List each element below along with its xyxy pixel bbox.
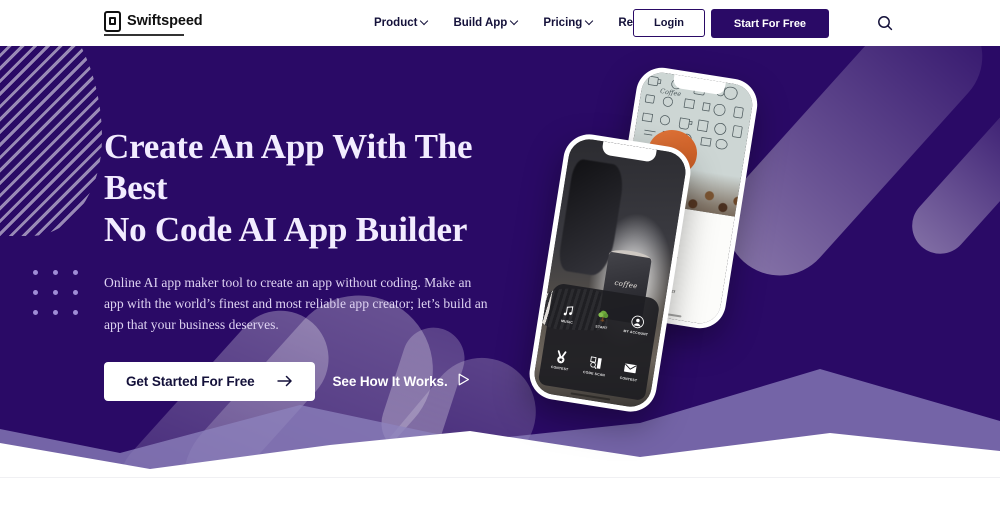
- page-body-below-hero: [0, 477, 1000, 521]
- phone-front-tile-contest-2-label: CONTEST: [619, 375, 638, 383]
- phone-front-tile-music[interactable]: MUSIC: [560, 303, 577, 325]
- section-divider: [0, 477, 1000, 478]
- nav-item-pricing[interactable]: Pricing: [543, 17, 593, 29]
- hero-section: Coffee coffee MUSIC START MY ACCOUNT CON…: [0, 46, 1000, 477]
- see-how-it-works-label: See How It Works.: [332, 373, 448, 389]
- landing-page: Swiftspeed Product Build App Pricing Res…: [0, 0, 1000, 521]
- chevron-down-icon: [511, 18, 518, 25]
- tree-icon: [598, 310, 609, 322]
- phone-front-tile-code-scan[interactable]: CODE SCAN: [583, 354, 608, 377]
- phone-front-tile-code-scan-label: CODE SCAN: [582, 369, 606, 378]
- phone-mockups: Coffee coffee MUSIC START MY ACCOUNT CON…: [500, 46, 820, 477]
- get-started-for-free-button[interactable]: Get Started For Free: [104, 361, 315, 401]
- nav-item-pricing-label: Pricing: [543, 17, 583, 29]
- search-icon[interactable]: [876, 14, 894, 32]
- login-button[interactable]: Login: [633, 9, 705, 37]
- hero-cta-row: Get Started For Free See How It Works.: [104, 361, 524, 401]
- nav-item-build-app[interactable]: Build App: [453, 17, 518, 29]
- nav-item-product-label: Product: [374, 17, 418, 29]
- nav-item-product[interactable]: Product: [374, 17, 428, 29]
- hero-title-line-2: No Code AI App Builder: [104, 209, 468, 249]
- phone-front-tile-my-account[interactable]: MY ACCOUNT: [623, 313, 651, 337]
- phone-front-tile-contest[interactable]: CONTEST: [550, 349, 572, 372]
- envelope-icon: [623, 363, 637, 373]
- brand-logo[interactable]: Swiftspeed: [104, 8, 203, 34]
- music-note-icon: [563, 306, 574, 316]
- chevron-down-icon: [586, 18, 593, 25]
- nav-item-build-app-label: Build App: [453, 17, 508, 29]
- dot-grid-3x3-icon: [33, 270, 93, 330]
- see-how-it-works-button[interactable]: See How It Works.: [333, 373, 470, 389]
- hero-content: Create An App With The Best No Code AI A…: [104, 126, 524, 401]
- play-triangle-icon: [458, 373, 470, 389]
- hero-title: Create An App With The Best No Code AI A…: [104, 126, 524, 250]
- logo-underline: [104, 34, 184, 36]
- phone-front-tile-my-account-label: MY ACCOUNT: [623, 328, 649, 337]
- medal-icon: [557, 349, 567, 364]
- phone-mockup-front: coffee MUSIC START MY ACCOUNT CONTEST CO…: [525, 130, 695, 416]
- phone-front-menu: MUSIC START MY ACCOUNT CONTEST CODE SCAN…: [537, 282, 661, 402]
- chevron-down-icon: [421, 18, 428, 25]
- user-circle-icon: [631, 315, 644, 328]
- phone-front-tile-start-label: START: [595, 324, 608, 330]
- phone-front-screen: coffee MUSIC START MY ACCOUNT CONTEST CO…: [531, 136, 689, 410]
- diagonal-stripe-quarter-circle-icon: [0, 46, 102, 236]
- get-started-for-free-label: Get Started For Free: [126, 373, 255, 389]
- header-inner: Swiftspeed Product Build App Pricing Res…: [0, 0, 1000, 46]
- phone-front-tile-music-label: MUSIC: [560, 318, 574, 325]
- qr-scan-icon: [590, 356, 602, 369]
- phone-front-tile-contest-2[interactable]: CONTEST: [619, 360, 640, 383]
- swiftspeed-logo-mark-icon: [104, 10, 121, 32]
- site-header: Swiftspeed Product Build App Pricing Res…: [0, 0, 1000, 46]
- arrow-right-icon: [277, 375, 293, 387]
- hero-paragraph: Online AI app maker tool to create an ap…: [104, 274, 488, 333]
- hero-title-line-1: Create An App With The Best: [104, 127, 473, 208]
- brand-name: Swiftspeed: [127, 12, 203, 29]
- phone-front-tile-start[interactable]: START: [594, 308, 611, 330]
- start-for-free-button[interactable]: Start For Free: [711, 9, 829, 38]
- phone-front-tile-contest-label: CONTEST: [550, 364, 569, 372]
